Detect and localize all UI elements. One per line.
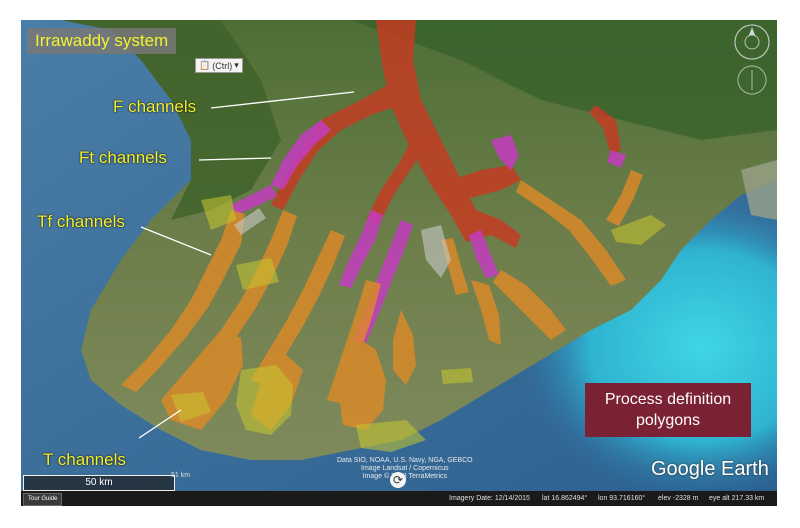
- ctrl-chip-label: (Ctrl): [212, 60, 233, 71]
- legend-line-2: polygons: [635, 412, 701, 429]
- eye-altitude-readout: eye alt 217.33 km: [709, 495, 765, 502]
- map-title: Irrawaddy system: [27, 28, 177, 54]
- chevron-down-icon: ▾: [234, 60, 239, 70]
- legend-line-1: Process definition: [604, 391, 732, 408]
- elevation-readout: elev -2328 m: [658, 495, 699, 502]
- attribution-line-2: Image Landsat / Copernicus: [361, 465, 449, 472]
- imagery-date: Imagery Date: 12/14/2015: [449, 495, 530, 502]
- refresh-icon[interactable]: ⟳: [390, 472, 406, 488]
- scale-bar: 50 km: [23, 475, 175, 491]
- map-frame[interactable]: Irrawaddy system 📋 (Ctrl) ▾ F channels F…: [21, 20, 777, 506]
- navigation-controls[interactable]: [732, 22, 772, 107]
- legend-box: Process definition polygons: [585, 383, 751, 437]
- ft-channels-label: Ft channels: [79, 148, 167, 167]
- tour-guide-button[interactable]: Tour Guide: [23, 493, 63, 506]
- google-earth-logo: Google Earth: [651, 458, 769, 480]
- status-bar: Tour Guide Imagery Date: 12/14/2015 lat …: [21, 491, 777, 506]
- attribution-line-1: Data SIO, NOAA, U.S. Navy, NGA, GEBCO: [337, 457, 473, 464]
- tf-channels-label: Tf channels: [37, 212, 125, 231]
- t-channels-label: T channels: [43, 450, 126, 469]
- scale-tick-label: 51 km: [171, 472, 191, 479]
- zoom-control-icon[interactable]: [737, 65, 767, 95]
- clipboard-icon: 📋: [199, 60, 211, 70]
- longitude-readout: lon 93.716160°: [598, 495, 646, 502]
- paste-options-chip[interactable]: 📋 (Ctrl) ▾: [195, 58, 243, 73]
- latitude-readout: lat 16.862494°: [542, 495, 588, 502]
- compass-icon[interactable]: [734, 24, 770, 60]
- f-channels-label: F channels: [113, 97, 197, 116]
